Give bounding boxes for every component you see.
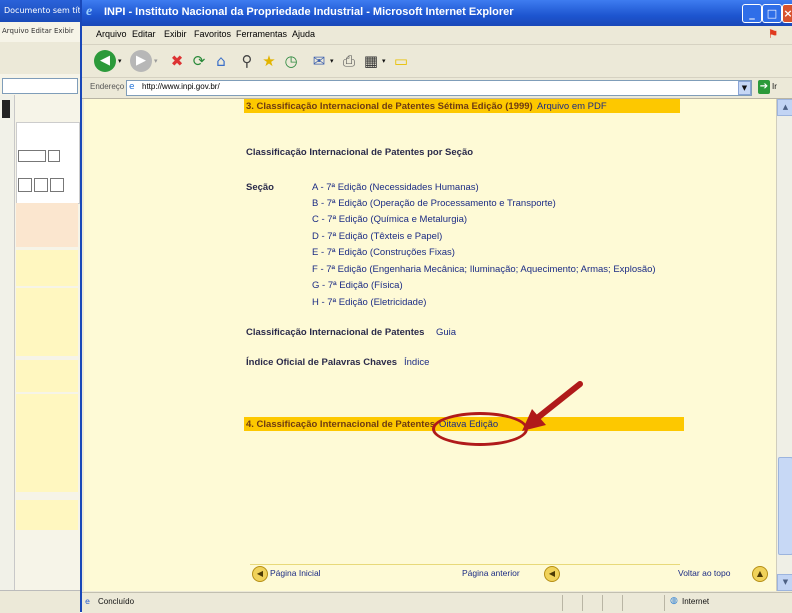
background-window-button[interactable]: [18, 178, 32, 192]
background-window-section: [16, 360, 78, 392]
top-nav-icon[interactable]: ▲: [752, 566, 768, 582]
by-section-heading: Classificação Internacional de Patentes …: [246, 147, 474, 158]
browser-window: e INPI - Instituto Nacional da Proprieda…: [80, 0, 792, 613]
status-zone: Internet: [682, 597, 710, 606]
menu-ajuda[interactable]: Ajuda: [292, 29, 315, 39]
background-window-section: [16, 203, 78, 247]
section-4-title: 4. Classificação Internacional de Patent…: [246, 419, 436, 430]
background-window-section: [16, 394, 78, 492]
toolbar: ◀ ▾ ▶ ▾ ✖ ⟳ ⌂ ⚲ ★ ◷ ✉ ▾ ⎙ ▦ ▾ ▭: [82, 45, 792, 78]
background-window-button[interactable]: [50, 178, 64, 192]
minimize-button[interactable]: _: [742, 4, 762, 23]
back-dropdown-icon[interactable]: ▾: [118, 57, 122, 65]
background-window-titlebar[interactable]: Documento sem título: [0, 0, 93, 22]
background-window-field[interactable]: [18, 150, 46, 162]
background-window-section: [16, 500, 78, 530]
forward-dropdown-icon[interactable]: ▾: [154, 57, 158, 65]
bottom-divider: [250, 564, 680, 565]
browser-title: INPI - Instituto Nacional da Propriedade…: [104, 6, 514, 18]
internet-zone-icon: ◍: [670, 596, 678, 606]
status-separator: [582, 595, 583, 611]
forward-button[interactable]: ▶: [130, 50, 152, 72]
page-content: 3. Classificação Internacional de Patent…: [84, 99, 776, 591]
secao-label: Seção: [246, 182, 274, 193]
history-icon[interactable]: ◷: [280, 50, 302, 72]
keywords-label: Índice Oficial de Palavras Chaves: [246, 357, 398, 368]
edit-dropdown-icon[interactable]: ▾: [382, 57, 386, 65]
section-3-pdf-link[interactable]: Arquivo em PDF: [537, 101, 607, 112]
close-button[interactable]: ×: [782, 4, 792, 23]
background-window-menu[interactable]: Arquivo Editar Exibir: [2, 27, 78, 39]
refresh-icon[interactable]: ⟳: [188, 50, 210, 72]
search-icon[interactable]: ⚲: [236, 50, 258, 72]
highlight-oval: [432, 412, 528, 446]
vertical-scrollbar[interactable]: ▲ ▼: [776, 99, 792, 591]
back-button[interactable]: ◀: [94, 50, 116, 72]
section-c-link[interactable]: C - 7ª Edição (Química e Metalurgia): [312, 214, 467, 225]
background-window-statusbar: [0, 590, 80, 613]
background-window-button[interactable]: [34, 178, 48, 192]
address-label: Endereço: [90, 82, 125, 91]
keywords-link[interactable]: Índice: [404, 357, 429, 368]
status-bar: e Concluído ◍ Internet: [82, 592, 792, 613]
home-icon[interactable]: ⌂: [210, 50, 232, 72]
status-separator: [664, 595, 665, 611]
top-nav-link[interactable]: Voltar ao topo: [678, 568, 730, 578]
status-separator: [622, 595, 623, 611]
section-f-link[interactable]: F - 7ª Edição (Engenharia Mecânica; Ilum…: [312, 264, 656, 275]
section-a-link[interactable]: A - 7ª Edição (Necessidades Humanas): [312, 182, 479, 193]
scroll-up-icon[interactable]: ▲: [777, 99, 792, 116]
stop-icon[interactable]: ✖: [166, 50, 188, 72]
status-page-icon: e: [85, 597, 90, 606]
scroll-down-icon[interactable]: ▼: [777, 574, 792, 591]
favorites-icon[interactable]: ★: [258, 50, 280, 72]
mail-dropdown-icon[interactable]: ▾: [330, 57, 334, 65]
background-window: Documento sem título Arquivo Editar Exib…: [0, 0, 93, 613]
page-icon: e: [129, 82, 135, 92]
address-dropdown-icon[interactable]: ▼: [738, 81, 751, 95]
address-url[interactable]: http://www.inpi.gov.br/: [142, 82, 220, 91]
background-window-sidebar: [0, 95, 15, 595]
previous-nav-link[interactable]: Página anterior: [462, 568, 520, 578]
background-window-toolbar: [0, 42, 80, 74]
menu-favoritos[interactable]: Favoritos: [194, 29, 231, 39]
section-g-link[interactable]: G - 7ª Edição (Física): [312, 280, 403, 291]
status-separator: [562, 595, 563, 611]
address-bar: Endereço e http://www.inpi.gov.br/ ▼ ➔ I…: [82, 78, 792, 99]
home-nav-link[interactable]: Página Inicial: [270, 568, 321, 578]
browser-titlebar[interactable]: e INPI - Instituto Nacional da Proprieda…: [82, 0, 792, 26]
background-window-section: [16, 250, 78, 286]
edit-icon[interactable]: ▦: [360, 50, 382, 72]
section-h-link[interactable]: H - 7ª Edição (Eletricidade): [312, 297, 426, 308]
section-d-link[interactable]: D - 7ª Edição (Têxteis e Papel): [312, 231, 442, 242]
windows-flag-icon: ⚑: [767, 27, 779, 41]
menu-ferramentas[interactable]: Ferramentas: [236, 29, 287, 39]
section-3-title: 3. Classificação Internacional de Patent…: [246, 101, 533, 112]
status-text: Concluído: [98, 597, 135, 606]
home-nav-icon[interactable]: ◀: [252, 566, 268, 582]
menu-bar: Arquivo Editar Exibir Favoritos Ferramen…: [82, 26, 792, 45]
background-window-checkbox[interactable]: [48, 150, 60, 162]
menu-editar[interactable]: Editar: [132, 29, 156, 39]
guide-link[interactable]: Guia: [436, 327, 456, 338]
print-icon[interactable]: ⎙: [338, 50, 360, 72]
ie-logo-icon: e: [86, 4, 93, 19]
scroll-thumb[interactable]: [778, 457, 792, 555]
background-window-address[interactable]: [2, 78, 78, 94]
maximize-button[interactable]: □: [762, 4, 782, 23]
previous-nav-icon[interactable]: ◀: [544, 566, 560, 582]
menu-arquivo[interactable]: Arquivo: [96, 29, 127, 39]
mail-icon[interactable]: ✉: [308, 50, 330, 72]
section-e-link[interactable]: E - 7ª Edição (Construções Fixas): [312, 247, 455, 258]
go-arrow-icon[interactable]: ➔: [758, 80, 770, 94]
menu-exibir[interactable]: Exibir: [164, 29, 187, 39]
go-button[interactable]: Ir: [772, 82, 777, 91]
section-b-link[interactable]: B - 7ª Edição (Operação de Processamento…: [312, 198, 556, 209]
status-separator: [602, 595, 603, 611]
red-arrow-icon: [522, 381, 583, 431]
discuss-icon[interactable]: ▭: [390, 50, 412, 72]
background-window-section: [16, 288, 78, 356]
background-window-marker: [2, 100, 10, 118]
guide-label: Classificação Internacional de Patentes: [246, 327, 425, 338]
